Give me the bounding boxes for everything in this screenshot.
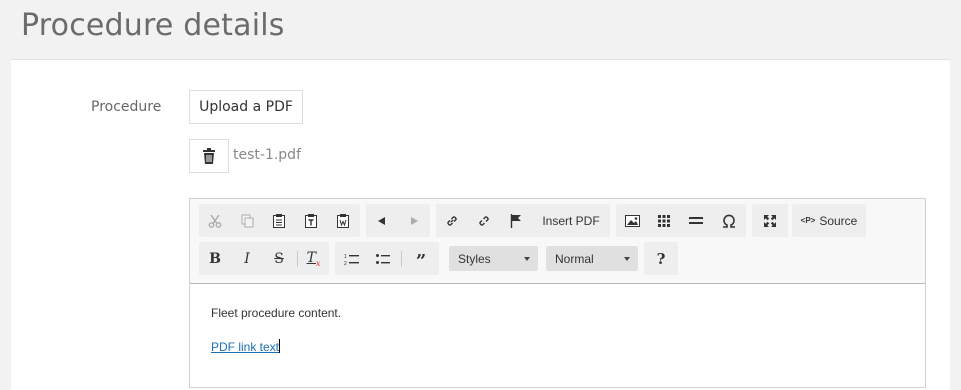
- undo-button[interactable]: [366, 204, 398, 237]
- chevron-down-icon: [624, 257, 630, 261]
- styles-label: Styles: [458, 251, 491, 266]
- insert-group: [616, 204, 746, 237]
- toolbar-separator: [401, 251, 402, 267]
- paste-button[interactable]: [263, 204, 295, 237]
- help-button[interactable]: ?: [644, 242, 678, 275]
- blockquote-icon: ”: [415, 251, 427, 272]
- content-paragraph: Fleet procedure content.: [211, 306, 342, 320]
- paste-text-icon: [305, 213, 317, 228]
- italic-icon: I: [244, 250, 250, 267]
- horizontal-line-button[interactable]: [680, 204, 712, 237]
- help-group: ?: [644, 242, 678, 275]
- source-button[interactable]: <P> Source: [792, 204, 866, 237]
- styles-dropdown[interactable]: Styles: [449, 246, 538, 271]
- table-button[interactable]: [648, 204, 680, 237]
- paste-word-icon: [337, 213, 349, 228]
- remove-format-icon: Tx: [306, 249, 321, 268]
- chevron-down-icon: [524, 257, 530, 261]
- rich-text-editor: Insert PDF <P> Source B I S Tx 1 2 ” Sty…: [189, 198, 926, 388]
- source-label: Source: [819, 213, 858, 228]
- image-icon: [624, 214, 640, 227]
- pdf-link[interactable]: PDF link text: [211, 340, 279, 354]
- format-label: Normal: [555, 251, 594, 266]
- remove-format-button[interactable]: Tx: [298, 242, 329, 275]
- delete-file-button[interactable]: [189, 139, 229, 173]
- redo-button[interactable]: [398, 204, 430, 237]
- bold-icon: B: [209, 250, 221, 267]
- link-button[interactable]: [436, 204, 468, 237]
- bulleted-list-button[interactable]: [367, 242, 399, 275]
- strike-button[interactable]: S: [263, 242, 295, 275]
- paste-text-button[interactable]: [295, 204, 327, 237]
- horizontal-line-icon: [689, 216, 703, 224]
- clipboard-group: [199, 204, 371, 237]
- special-char-icon: [723, 214, 735, 228]
- image-button[interactable]: [616, 204, 648, 237]
- strike-icon: S: [274, 250, 284, 267]
- anchor-button[interactable]: [500, 204, 532, 237]
- numbered-list-button[interactable]: 12: [335, 242, 367, 275]
- numbered-list-icon: 12: [344, 254, 359, 265]
- paste-word-button[interactable]: [327, 204, 359, 237]
- blockquote-button[interactable]: ”: [403, 242, 439, 275]
- paste-icon: [273, 213, 285, 228]
- maximize-icon: [764, 214, 776, 227]
- copy-icon: [241, 214, 253, 227]
- editor-toolbar: Insert PDF <P> Source B I S Tx 1 2 ” Sty…: [190, 199, 925, 284]
- links-group: Insert PDF: [436, 204, 610, 237]
- bulleted-list-icon: [376, 253, 390, 264]
- trash-icon: [203, 148, 215, 164]
- view-group: [752, 204, 788, 237]
- bold-button[interactable]: B: [199, 242, 231, 275]
- anchor-icon: [510, 213, 521, 228]
- undo-icon: [378, 216, 385, 225]
- unlink-icon: [479, 215, 489, 226]
- special-char-button[interactable]: [712, 204, 746, 237]
- page-title: Procedure details: [21, 8, 285, 43]
- source-group: <P> Source: [792, 204, 866, 237]
- svg-text:2: 2: [344, 261, 347, 265]
- file-name: test-1.pdf: [233, 147, 301, 163]
- text-cursor: [279, 339, 281, 353]
- table-icon: [658, 214, 670, 227]
- cut-icon: [208, 214, 222, 228]
- insert-pdf-button[interactable]: Insert PDF: [532, 204, 610, 237]
- svg-text:1: 1: [344, 254, 347, 260]
- source-code-icon: <P>: [800, 216, 816, 225]
- cut-button[interactable]: [199, 204, 231, 237]
- maximize-button[interactable]: [752, 204, 788, 237]
- redo-icon: [411, 216, 418, 225]
- list-group: 12 ”: [335, 242, 439, 275]
- unlink-button[interactable]: [468, 204, 500, 237]
- editor-content[interactable]: Fleet procedure content. PDF link text: [211, 306, 341, 373]
- format-dropdown[interactable]: Normal: [546, 246, 638, 271]
- upload-pdf-button[interactable]: Upload a PDF: [189, 90, 303, 124]
- basic-styles-group: B I S Tx: [199, 242, 329, 275]
- history-group: [366, 204, 430, 237]
- link-icon: [447, 215, 457, 226]
- copy-button[interactable]: [231, 204, 263, 237]
- italic-button[interactable]: I: [231, 242, 263, 275]
- procedure-label: Procedure: [91, 99, 162, 115]
